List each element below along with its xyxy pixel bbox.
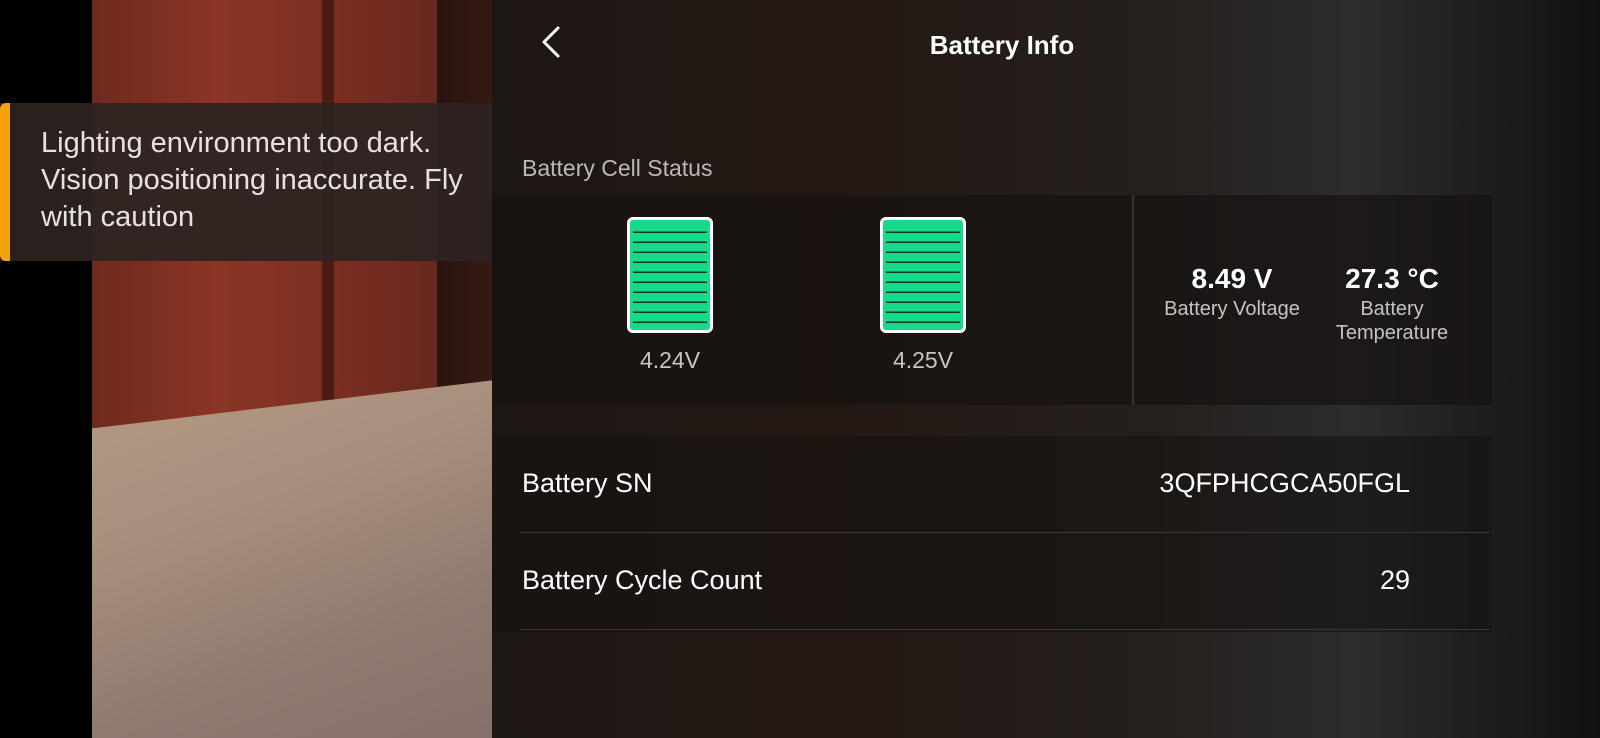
warning-toast: Lighting environment too dark. Vision po… xyxy=(0,103,492,261)
cell-voltage: 4.24V xyxy=(639,347,701,373)
battery-cell-icon xyxy=(627,217,713,333)
temperature-stat: 27.3 °C Battery Temperature xyxy=(1314,263,1470,345)
voltage-stat: 8.49 V Battery Voltage xyxy=(1150,263,1314,321)
info-key: Battery SN xyxy=(522,468,653,498)
page-title: Battery Info xyxy=(929,30,1075,60)
battery-cell-icon xyxy=(880,217,966,333)
info-row-cycle-count: Battery Cycle Count 29 xyxy=(520,533,1490,630)
card-divider xyxy=(1132,195,1134,405)
battery-cell-1: 4.24V xyxy=(624,217,716,374)
cell-status-label: Battery Cell Status xyxy=(522,155,713,181)
battery-info-panel: Battery Info Battery Cell Status 4.24V 4… xyxy=(492,0,1600,738)
temperature-label: Battery Temperature xyxy=(1335,298,1449,344)
warning-message: Lighting environment too dark. Vision po… xyxy=(41,127,463,233)
voltage-value: 8.49 V xyxy=(1191,263,1273,294)
info-value: 3QFPHCGCA50FGL xyxy=(1159,468,1410,498)
battery-details-card: Battery SN 3QFPHCGCA50FGL Battery Cycle … xyxy=(492,436,1492,632)
temperature-value: 27.3 °C xyxy=(1345,263,1439,294)
voltage-label: Battery Voltage xyxy=(1164,298,1300,320)
info-key: Battery Cycle Count xyxy=(522,565,763,595)
camera-floor-surface xyxy=(92,378,512,738)
cell-status-card: 4.24V 4.25V 8.49 V Battery Voltage 27.3 … xyxy=(492,195,1492,405)
cell-voltage: 4.25V xyxy=(892,347,954,373)
warning-accent-bar xyxy=(0,103,10,261)
info-value: 29 xyxy=(1379,565,1410,595)
battery-cell-2: 4.25V xyxy=(877,217,969,374)
info-row-battery-sn: Battery SN 3QFPHCGCA50FGL xyxy=(520,436,1490,533)
